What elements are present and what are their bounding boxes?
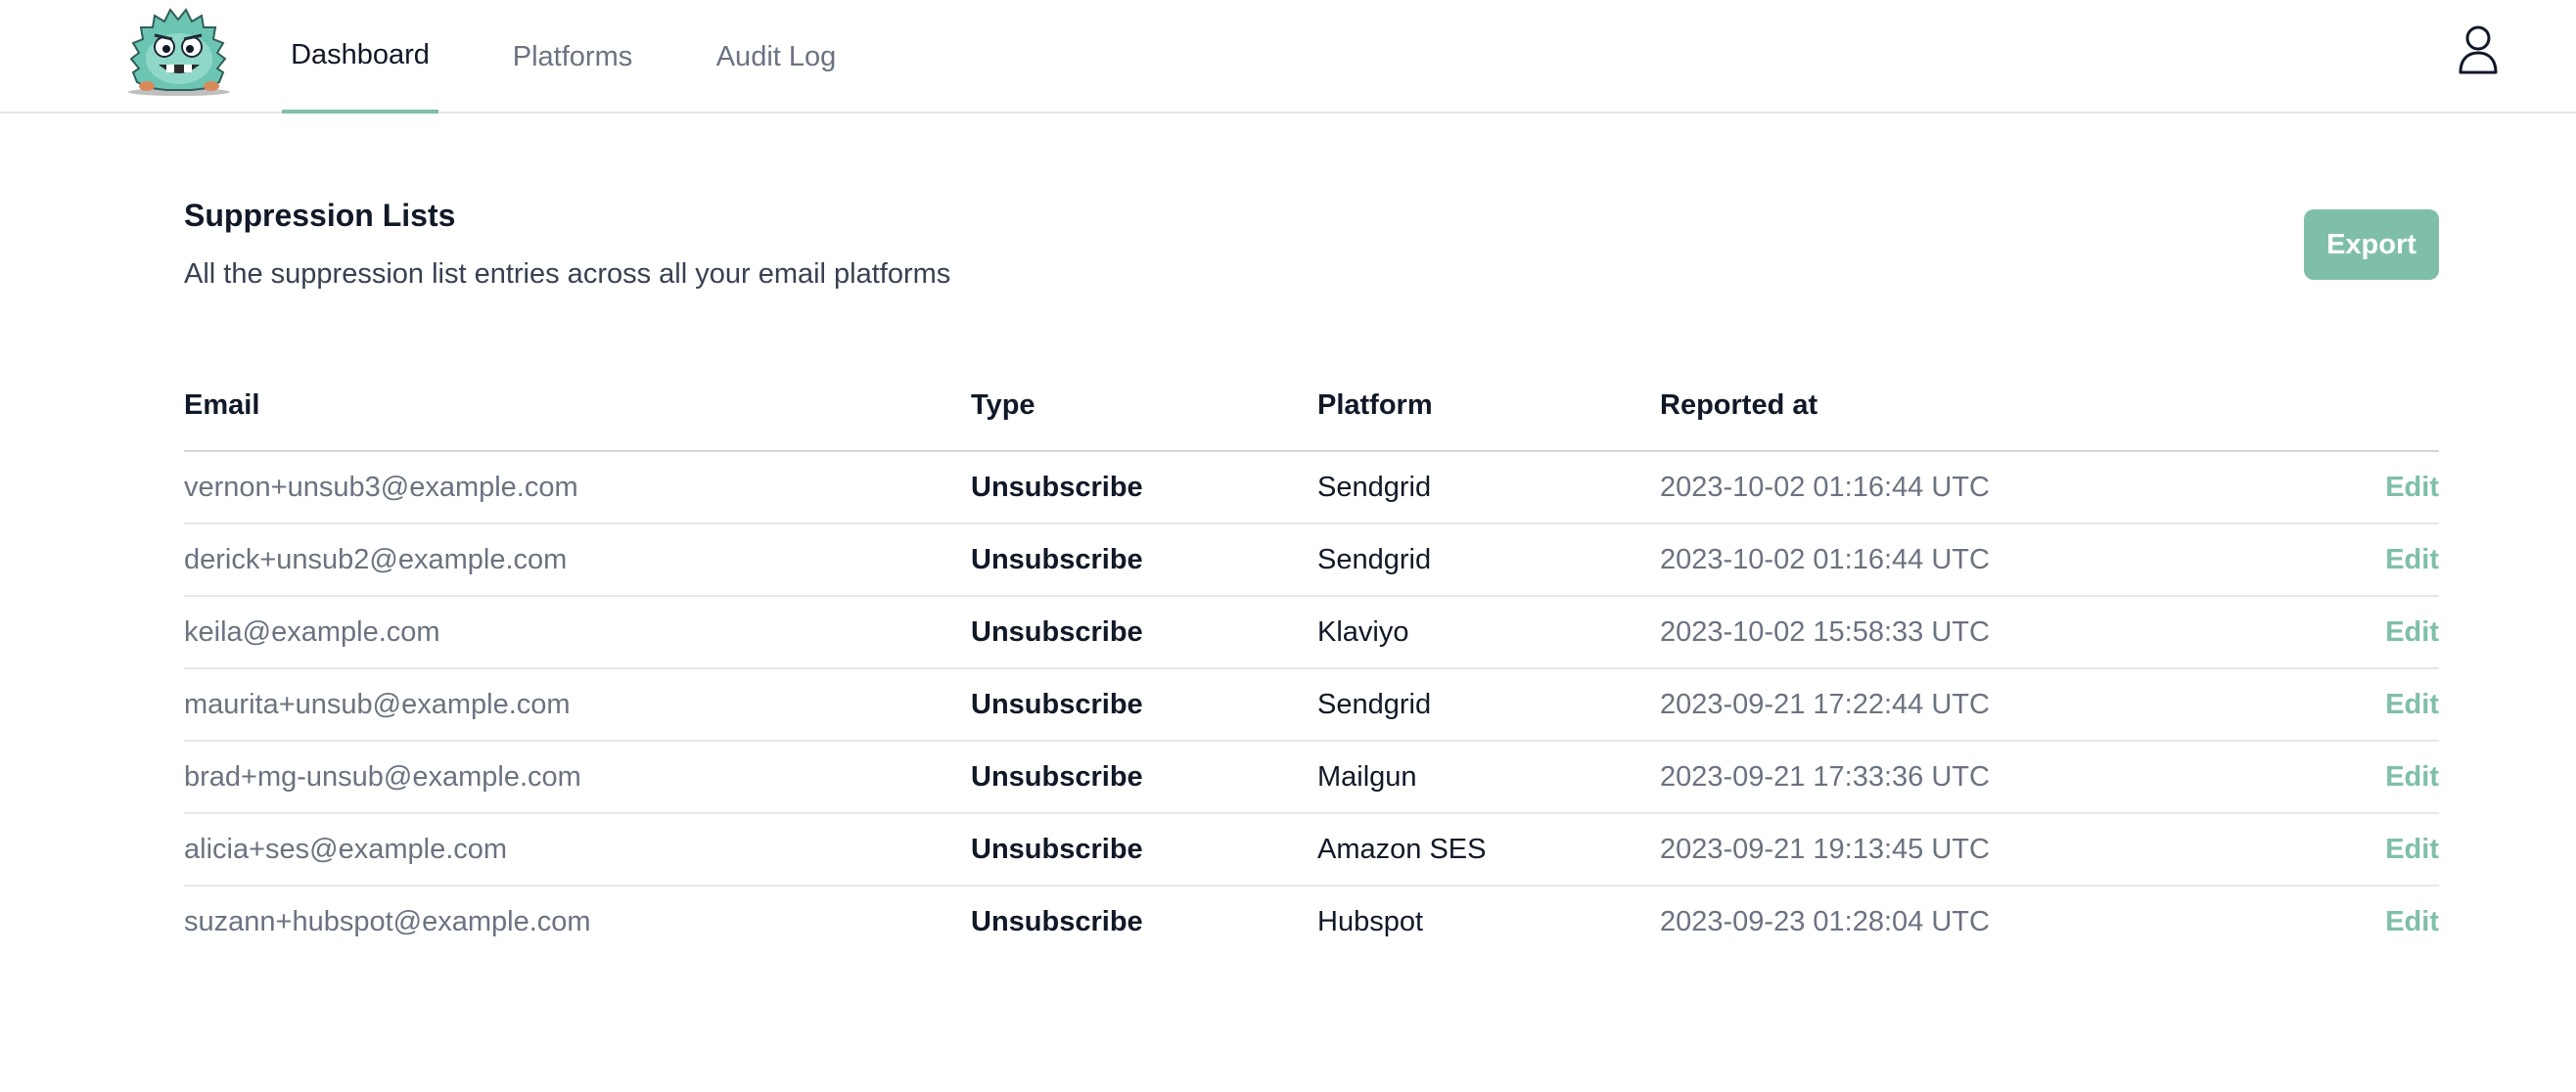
row-email: maurita+unsub@example.com (184, 689, 571, 720)
row-platform: Sendgrid (1317, 689, 1432, 720)
row-reported-at: 2023-10-02 15:58:33 UTC (1660, 616, 1990, 648)
tab-dashboard[interactable]: Dashboard (282, 0, 438, 114)
row-platform: Sendgrid (1317, 472, 1432, 503)
table-header: Email Type Platform Reported at (184, 378, 2439, 452)
suppression-table: Email Type Platform Reported at vernon+u… (184, 378, 2439, 959)
export-button[interactable]: Export (2304, 209, 2439, 280)
row-type: Unsubscribe (971, 472, 1143, 503)
row-email: derick+unsub2@example.com (184, 544, 568, 575)
row-reported-at: 2023-09-23 01:28:04 UTC (1660, 906, 1990, 937)
row-email: suzann+hubspot@example.com (184, 906, 591, 937)
row-type: Unsubscribe (971, 544, 1143, 575)
row-email: vernon+unsub3@example.com (184, 472, 578, 503)
table-row: suzann+hubspot@example.com Unsubscribe H… (184, 887, 2439, 959)
row-type: Unsubscribe (971, 616, 1143, 648)
table-row: vernon+unsub3@example.com Unsubscribe Se… (184, 452, 2439, 524)
table-row: keila@example.com Unsubscribe Klaviyo 20… (184, 597, 2439, 669)
column-header-type: Type (971, 389, 1035, 421)
row-reported-at: 2023-09-21 17:33:36 UTC (1660, 761, 1990, 793)
edit-link[interactable]: Edit (2385, 814, 2439, 885)
page-subtitle: All the suppression list entries across … (184, 258, 951, 290)
tab-audit-log[interactable]: Audit Log (707, 0, 846, 114)
row-platform: Amazon SES (1317, 834, 1487, 865)
row-type: Unsubscribe (971, 689, 1143, 720)
row-reported-at: 2023-09-21 19:13:45 UTC (1660, 834, 1990, 865)
top-nav-bar: Dashboard Platforms Audit Log (0, 0, 2576, 114)
row-platform: Sendgrid (1317, 544, 1432, 575)
edit-link[interactable]: Edit (2385, 524, 2439, 595)
edit-link[interactable]: Edit (2385, 742, 2439, 812)
row-reported-at: 2023-10-02 01:16:44 UTC (1660, 544, 1990, 575)
row-platform: Klaviyo (1317, 616, 1409, 648)
table-row: alicia+ses@example.com Unsubscribe Amazo… (184, 814, 2439, 887)
row-type: Unsubscribe (971, 761, 1143, 793)
user-icon[interactable] (2457, 23, 2500, 76)
edit-link[interactable]: Edit (2385, 597, 2439, 667)
column-header-reported-at: Reported at (1660, 389, 1818, 421)
row-type: Unsubscribe (971, 834, 1143, 865)
tab-platforms[interactable]: Platforms (497, 0, 648, 114)
monster-logo[interactable] (123, 4, 235, 98)
page-title: Suppression Lists (184, 198, 456, 233)
row-email: alicia+ses@example.com (184, 834, 508, 865)
row-reported-at: 2023-09-21 17:22:44 UTC (1660, 689, 1990, 720)
row-platform: Hubspot (1317, 906, 1424, 937)
row-type: Unsubscribe (971, 906, 1143, 937)
table-row: derick+unsub2@example.com Unsubscribe Se… (184, 524, 2439, 597)
edit-link[interactable]: Edit (2385, 669, 2439, 740)
table-row: brad+mg-unsub@example.com Unsubscribe Ma… (184, 742, 2439, 814)
row-email: keila@example.com (184, 616, 440, 648)
column-header-email: Email (184, 389, 260, 421)
table-row: maurita+unsub@example.com Unsubscribe Se… (184, 669, 2439, 742)
row-platform: Mailgun (1317, 761, 1417, 793)
row-email: brad+mg-unsub@example.com (184, 761, 581, 793)
edit-link[interactable]: Edit (2385, 887, 2439, 957)
edit-link[interactable]: Edit (2385, 452, 2439, 523)
row-reported-at: 2023-10-02 01:16:44 UTC (1660, 472, 1990, 503)
column-header-platform: Platform (1317, 389, 1433, 421)
